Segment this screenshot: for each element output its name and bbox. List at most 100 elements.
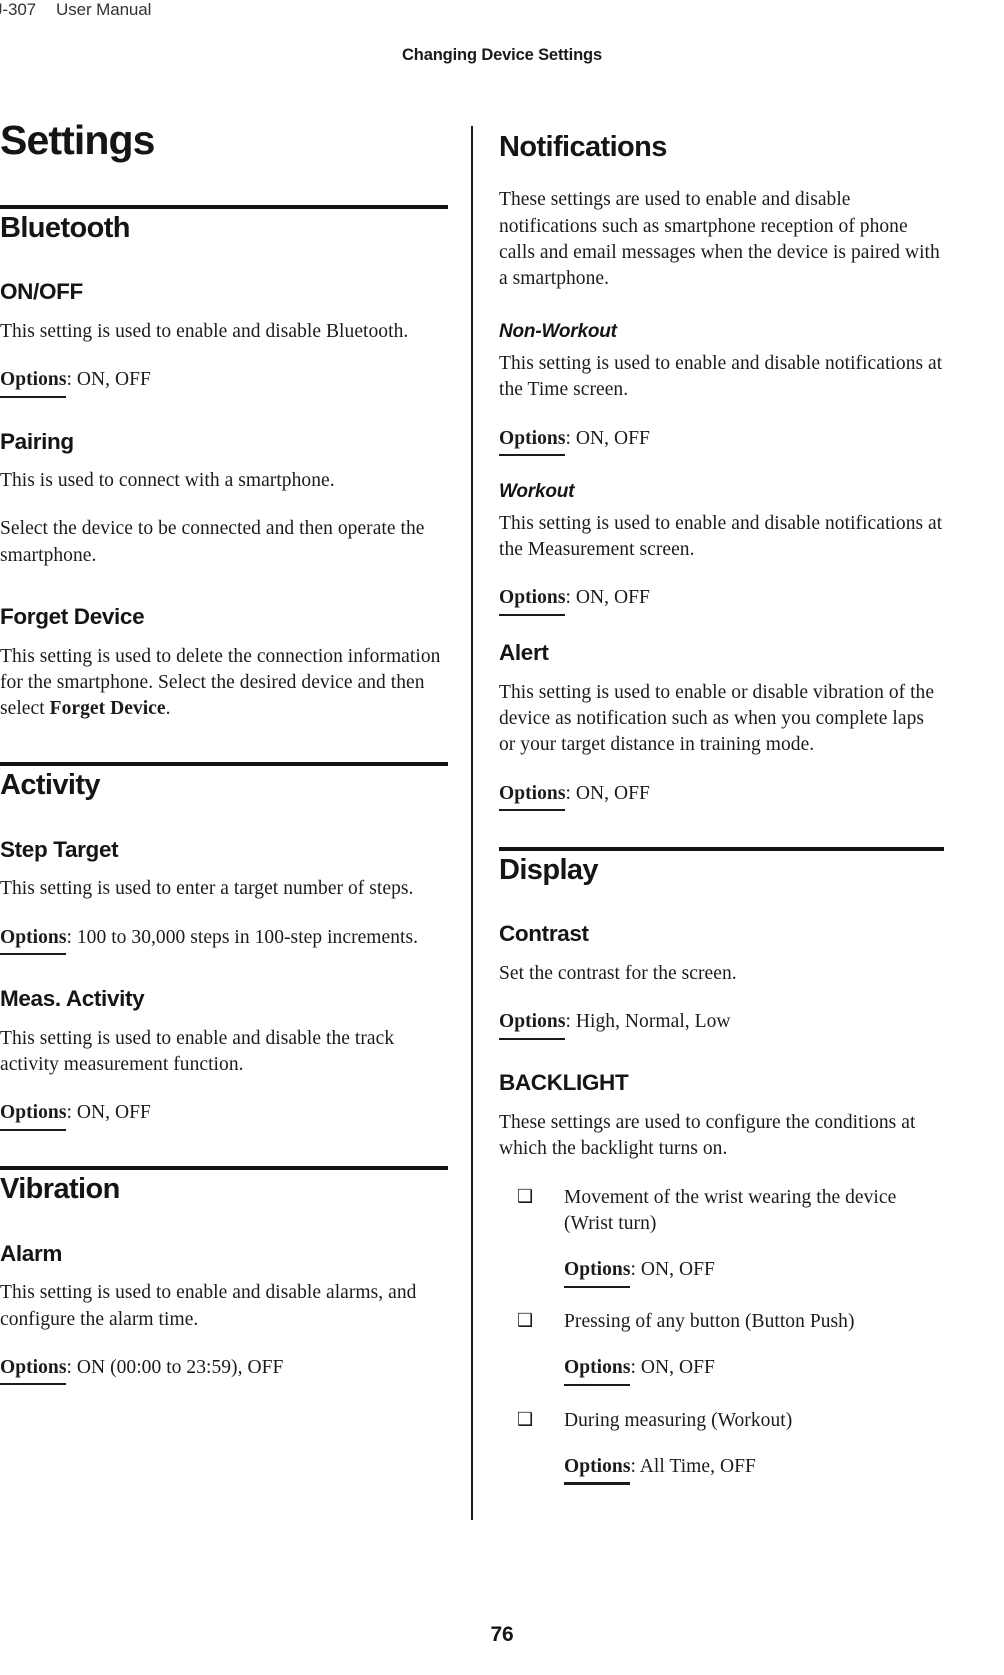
backlight-condition-list: ❑ Movement of the wrist wearing the devi… xyxy=(499,1185,944,1485)
options-value: ON, OFF xyxy=(575,427,650,449)
paragraph-non-workout: This setting is used to enable and disab… xyxy=(499,353,943,401)
section-heading-bluetooth: Bluetooth xyxy=(0,212,131,244)
options-label: Options xyxy=(499,781,566,812)
section-heading-notifications: Notifications xyxy=(499,131,667,163)
box-bullet-icon: ❑ xyxy=(517,1185,534,1207)
running-header: J-307 User Manual Changing Device Setting… xyxy=(0,0,1004,80)
subsection-on-off: ON/OFF xyxy=(0,279,83,305)
options-label: Options xyxy=(0,367,67,399)
subsection-non-workout: Non-Workout xyxy=(499,321,617,343)
section-heading-display: Display xyxy=(499,853,599,886)
options-colon: : xyxy=(565,782,576,804)
options-contrast: Options: High, Normal, Low xyxy=(499,1009,944,1041)
manual-label: User Manual xyxy=(56,0,152,19)
options-colon: : xyxy=(66,369,77,391)
options-workout: Options: ON, OFF xyxy=(499,585,944,617)
paragraph-meas-activity: This setting is used to enable and disab… xyxy=(0,1027,395,1075)
paragraph-forget-device-tail: . xyxy=(165,698,171,720)
options-wrist-turn: Options: ON, OFF xyxy=(564,1257,944,1289)
options-value: ON, OFF xyxy=(76,369,151,391)
options-colon: : xyxy=(630,1259,641,1281)
paragraph-forget-device-emphasis: Forget Device xyxy=(49,698,166,720)
list-item-text: During measuring (Workout) xyxy=(564,1409,793,1431)
paragraph-forget-device: This setting is used to delete the conne… xyxy=(0,644,448,723)
options-colon: : xyxy=(565,1011,576,1033)
options-label: Options xyxy=(564,1355,631,1387)
options-value: 100 to 30,000 steps in 100-step incremen… xyxy=(76,926,419,948)
options-alarm: Options: ON (00:00 to 23:59), OFF xyxy=(0,1355,448,1386)
options-during-measuring: Options: All Time, OFF xyxy=(564,1454,944,1485)
paragraph-contrast: Set the contrast for the screen. xyxy=(499,962,737,984)
section-heading-activity: Activity xyxy=(0,769,101,802)
subsection-workout: Workout xyxy=(499,480,575,502)
subsection-forget-device: Forget Device xyxy=(0,603,145,629)
options-label: Options xyxy=(499,585,566,617)
chapter-title: Changing Device Settings xyxy=(402,46,602,64)
subsection-pairing: Pairing xyxy=(0,428,74,454)
section-heading-vibration: Vibration xyxy=(0,1173,120,1206)
subsection-alert: Alert xyxy=(499,640,549,666)
list-item: ❑ During measuring (Workout) Options: Al… xyxy=(499,1408,944,1485)
section-activity: Activity xyxy=(0,762,448,801)
paragraph-pairing-1: This is used to connect with a smartphon… xyxy=(0,470,335,492)
options-value: ON, OFF xyxy=(575,587,650,609)
options-on-off: Options: ON, OFF xyxy=(0,367,448,399)
page-title: Settings xyxy=(0,117,155,163)
subsection-backlight: BACKLIGHT xyxy=(499,1070,629,1096)
column-divider xyxy=(471,126,473,1520)
subsection-alarm: Alarm xyxy=(0,1240,63,1266)
paragraph-alert: This setting is used to enable or disabl… xyxy=(499,682,935,756)
options-label: Options xyxy=(499,426,566,457)
list-item-text: Pressing of any button (Button Push) xyxy=(564,1311,855,1333)
options-alert: Options: ON, OFF xyxy=(499,781,944,812)
model-number: J-307 xyxy=(0,0,37,19)
options-label: Options xyxy=(499,1009,566,1041)
options-label: Options xyxy=(0,1100,67,1131)
options-value: ON, OFF xyxy=(640,1259,715,1281)
section-vibration: Vibration xyxy=(0,1166,448,1205)
section-display: Display xyxy=(499,846,944,886)
options-colon: : xyxy=(630,1357,641,1379)
paragraph-step-target: This setting is used to enter a target n… xyxy=(0,878,414,900)
options-colon: : xyxy=(565,427,576,449)
paragraph-notifications-intro: These settings are used to enable and di… xyxy=(499,189,940,289)
paragraph-workout: This setting is used to enable and disab… xyxy=(499,512,943,560)
section-bluetooth: Bluetooth xyxy=(0,205,448,244)
options-colon: : xyxy=(66,1356,77,1378)
list-item: ❑ Pressing of any button (Button Push) O… xyxy=(499,1309,944,1387)
options-colon: : xyxy=(66,1102,77,1123)
subsection-step-target: Step Target xyxy=(0,836,119,862)
options-label: Options xyxy=(564,1454,631,1485)
options-label: Options xyxy=(0,925,67,956)
options-value: ON (00:00 to 23:59), OFF xyxy=(76,1356,284,1378)
page-number: 76 xyxy=(490,1623,514,1646)
list-item: ❑ Movement of the wrist wearing the devi… xyxy=(499,1185,944,1289)
box-bullet-icon: ❑ xyxy=(517,1310,534,1332)
left-column: Settings Bluetooth ON/OFF This setting i… xyxy=(0,120,448,1403)
right-column: Notifications These settings are used to… xyxy=(499,120,944,1485)
paragraph-backlight-intro: These settings are used to configure the… xyxy=(499,1112,916,1160)
options-step-target: Options: 100 to 30,000 steps in 100-step… xyxy=(0,925,448,956)
options-button-push: Options: ON, OFF xyxy=(564,1355,944,1387)
running-header-left: J-307 User Manual xyxy=(0,0,151,20)
options-colon: : xyxy=(565,587,576,609)
options-value: High, Normal, Low xyxy=(575,1011,731,1033)
options-value: All Time, OFF xyxy=(639,1455,756,1477)
options-meas-activity: Options: ON, OFF xyxy=(0,1100,448,1131)
paragraph-on-off: This setting is used to enable and disab… xyxy=(0,321,409,343)
options-label: Options xyxy=(564,1257,631,1289)
box-bullet-icon: ❑ xyxy=(517,1408,534,1430)
options-colon: : xyxy=(630,1455,640,1477)
paragraph-alarm: This setting is used to enable and disab… xyxy=(0,1282,417,1330)
options-value: ON, OFF xyxy=(76,1102,151,1123)
subsection-contrast: Contrast xyxy=(499,921,589,947)
options-value: ON, OFF xyxy=(575,782,650,804)
options-colon: : xyxy=(66,926,77,948)
options-non-workout: Options: ON, OFF xyxy=(499,426,944,457)
paragraph-pairing-2: Select the device to be connected and th… xyxy=(0,518,425,566)
list-item-text: Movement of the wrist wearing the device… xyxy=(564,1186,897,1234)
page-body: Settings Bluetooth ON/OFF This setting i… xyxy=(0,120,1004,1530)
options-value: ON, OFF xyxy=(640,1357,715,1379)
subsection-meas-activity: Meas. Activity xyxy=(0,985,145,1011)
options-label: Options xyxy=(0,1355,67,1386)
